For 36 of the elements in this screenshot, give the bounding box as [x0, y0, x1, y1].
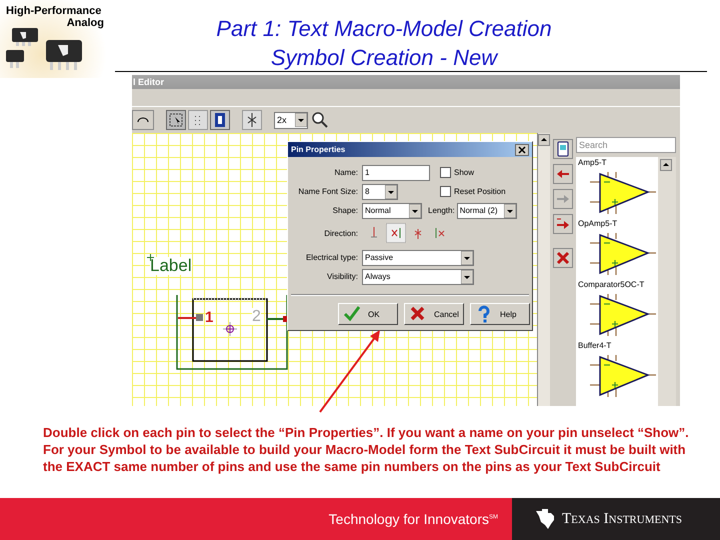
slide-title: Part 1: Text Macro-Model Creation: [216, 15, 552, 43]
company-name: Texas Instruments: [562, 510, 682, 528]
checkbox-label[interactable]: Show: [454, 168, 474, 177]
search-field[interactable]: Search: [576, 137, 676, 153]
dialog-title: Pin Properties: [291, 145, 346, 154]
dropdown-field[interactable]: 8: [362, 184, 398, 200]
component-name[interactable]: Buffer4-T: [578, 340, 658, 351]
logo-text: Analog: [66, 17, 105, 29]
input-field[interactable]: 1: [362, 164, 430, 180]
field-label: Visibility:: [326, 272, 359, 281]
field-label: Name Font Size:: [297, 187, 359, 196]
dropdown-field[interactable]: Passive: [362, 250, 474, 266]
dropdown-field[interactable]: Always: [362, 268, 474, 284]
field-label: Direction:: [323, 228, 359, 238]
dropdown-field[interactable]: Normal (2): [456, 202, 517, 218]
slide-title: Symbol Creation - New: [270, 44, 498, 72]
help-button[interactable]: Help: [470, 303, 530, 325]
cancel-button[interactable]: Cancel: [404, 303, 464, 325]
field-label: Shape:: [332, 206, 359, 215]
component-name[interactable]: Amp5-T: [578, 157, 658, 168]
pin-number: 1: [205, 309, 214, 326]
field-label: Electrical type:: [304, 253, 359, 262]
checkbox-label[interactable]: Reset Position: [454, 187, 506, 196]
zoom-dropdown[interactable]: 2x: [274, 112, 308, 128]
dropdown-field[interactable]: Normal: [362, 202, 422, 218]
window-title: l Editor: [132, 75, 680, 89]
logo-text: High-Performance: [5, 4, 102, 17]
component-name[interactable]: OpAmp5-T: [578, 218, 658, 229]
component-name[interactable]: Comparator5OC-T: [578, 279, 658, 290]
field-label: Length:: [427, 206, 456, 215]
label-text: Label: [150, 257, 192, 275]
field-label: Name:: [333, 168, 359, 177]
pin-number: 2: [252, 308, 261, 325]
slogan-text: Technology for Innovators$^{SM}$: [328, 511, 498, 527]
ok-button[interactable]: OK: [338, 303, 398, 325]
caption-text: Double click on each pin to select the “Pin Properties”. If you want a name on your pin unselect “Show”. For your Symbol to be available to build your Macro-Model form the Text SubCircuit it must be built with the EXACT same number of pins and use the same pin numbers on the pins as your Text SubCircuit: [43, 424, 690, 475]
